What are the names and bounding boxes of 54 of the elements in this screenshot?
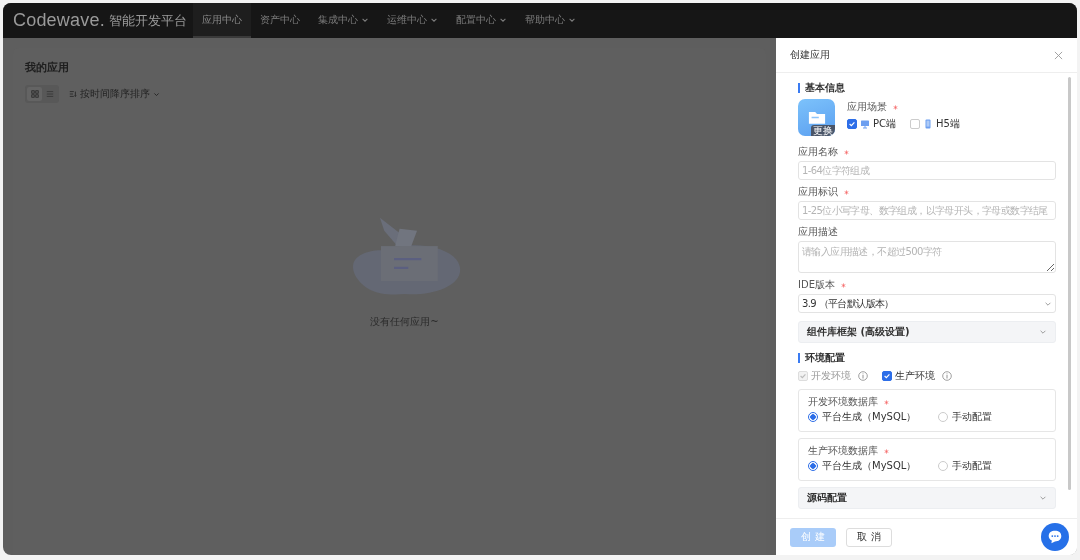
app-icon-picker[interactable]: 更换 bbox=[798, 99, 835, 136]
chat-icon bbox=[1046, 528, 1064, 546]
nav-tab[interactable]: 资产中心 bbox=[250, 3, 309, 38]
collapse-panel-header[interactable]: 组件库框架 (高级设置) bbox=[798, 321, 1056, 343]
platform-checkbox[interactable]: PC端 bbox=[847, 117, 896, 131]
info-icon bbox=[942, 371, 952, 381]
monitor-icon bbox=[860, 119, 870, 129]
cancel-button[interactable]: 取 消 bbox=[846, 527, 892, 547]
radio-option[interactable]: 平台生成（MySQL） bbox=[808, 410, 917, 424]
chevron-down-icon bbox=[153, 90, 160, 98]
radio-option[interactable]: 手动配置 bbox=[938, 410, 993, 424]
field-label: 应用场景 bbox=[847, 101, 887, 113]
grid-icon bbox=[30, 90, 39, 98]
field-label: 应用标识 bbox=[798, 186, 838, 198]
drawer-title: 创建应用 bbox=[790, 48, 830, 62]
sort-icon bbox=[69, 90, 77, 98]
radio-button[interactable] bbox=[808, 461, 818, 471]
nav-tab[interactable]: 运维中心 bbox=[377, 3, 447, 38]
section-title: 基本信息 bbox=[798, 83, 1056, 93]
collapse-panel-header[interactable]: 源码配置 bbox=[798, 487, 1056, 509]
nav-tab[interactable]: 帮助中心 bbox=[515, 3, 585, 38]
scrollbar[interactable] bbox=[1068, 77, 1071, 490]
logo-subtitle: 智能开发平台 bbox=[108, 11, 187, 30]
field-label: 应用名称 bbox=[798, 146, 838, 158]
platform-checkbox[interactable]: H5端 bbox=[910, 117, 960, 131]
section-title: 环境配置 bbox=[798, 353, 1056, 363]
field-label: 应用描述 bbox=[798, 226, 838, 238]
text-input[interactable]: 1-25位小写字母、数字组成，以字母开头，字母或数字结尾 bbox=[798, 201, 1056, 220]
grid-view-button[interactable] bbox=[27, 87, 42, 101]
page-title: 我的应用 bbox=[25, 60, 70, 75]
close-icon[interactable] bbox=[1054, 50, 1063, 60]
nav-tab[interactable]: 应用中心 bbox=[192, 3, 251, 38]
radio-button[interactable] bbox=[808, 412, 818, 422]
textarea-field[interactable]: 请输入应用描述，不超过500字符 bbox=[798, 241, 1056, 273]
field-label: 生产环境数据库 bbox=[808, 445, 878, 457]
environment-checkbox[interactable]: 生产环境 bbox=[882, 369, 952, 383]
field-label: IDE版本 bbox=[798, 279, 835, 291]
radio-option[interactable]: 平台生成（MySQL） bbox=[808, 459, 917, 473]
phone-icon bbox=[923, 119, 933, 129]
radio-button[interactable] bbox=[938, 461, 949, 471]
field-label: 开发环境数据库 bbox=[808, 396, 878, 408]
nav-tab[interactable]: 集成中心 bbox=[308, 3, 378, 38]
nav-tab[interactable]: 配置中心 bbox=[446, 3, 516, 38]
list-icon bbox=[45, 90, 54, 98]
radio-button[interactable] bbox=[938, 412, 949, 422]
checkbox[interactable] bbox=[910, 119, 920, 129]
logo: Codewave. bbox=[13, 10, 105, 31]
text-input[interactable]: 1-64位字符组成 bbox=[798, 161, 1056, 180]
info-icon bbox=[858, 371, 868, 381]
checkbox[interactable] bbox=[847, 119, 857, 129]
checkbox[interactable] bbox=[882, 371, 892, 381]
folder-icon bbox=[807, 110, 826, 125]
select-field[interactable]: 3.9 （平台默认版本） bbox=[798, 294, 1056, 313]
radio-option[interactable]: 手动配置 bbox=[938, 459, 993, 473]
